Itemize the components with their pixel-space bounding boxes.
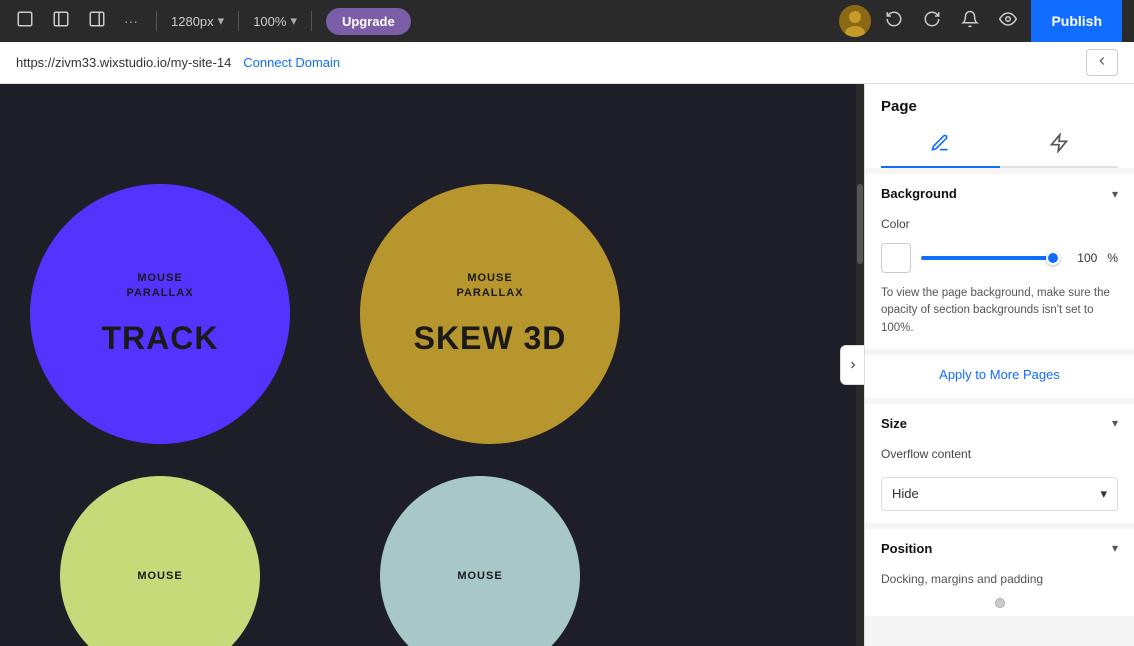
opacity-slider-thumb[interactable] — [1046, 251, 1060, 265]
publish-button[interactable]: Publish — [1031, 0, 1122, 42]
color-swatch[interactable] — [881, 243, 911, 273]
circle-green: MOUSE — [60, 476, 260, 646]
overflow-select[interactable]: Hide ▾ — [881, 477, 1118, 511]
window-close-icon[interactable] — [12, 6, 38, 37]
opacity-slider-track[interactable] — [921, 256, 1059, 260]
percent-sign: % — [1107, 251, 1118, 265]
lightning-tab-icon — [1049, 133, 1069, 158]
design-tab-icon — [930, 133, 950, 158]
resolution-value: 1280px — [171, 14, 214, 29]
overflow-select-chevron-icon: ▾ — [1100, 486, 1107, 502]
panel-tabs — [881, 125, 1118, 168]
notifications-button[interactable] — [955, 6, 985, 37]
toolbar-separator-3 — [311, 11, 312, 31]
position-section: Position ▾ Docking, margins and padding — [865, 529, 1134, 616]
tab-design[interactable] — [881, 125, 1000, 168]
position-chevron-icon: ▾ — [1112, 541, 1118, 555]
zoom-selector[interactable]: 100% ▾ — [253, 13, 297, 29]
canvas-scrollbar-thumb[interactable] — [857, 184, 863, 264]
overflow-dropdown-row: Hide ▾ — [865, 469, 1134, 523]
docking-label: Docking, margins and padding — [865, 568, 1134, 594]
overflow-select-value: Hide — [892, 486, 919, 501]
opacity-slider-fill — [921, 256, 1059, 260]
docking-dot[interactable] — [995, 598, 1005, 608]
circle-green-label: MOUSE — [137, 569, 182, 583]
background-section-header[interactable]: Background ▾ — [865, 174, 1134, 213]
upgrade-button[interactable]: Upgrade — [326, 8, 411, 35]
size-section: Size ▾ Overflow content Hide ▾ — [865, 404, 1134, 523]
panel-title: Page — [881, 98, 1118, 115]
circle-track-title: TRACK — [102, 320, 219, 357]
avatar[interactable] — [839, 5, 871, 37]
toolbar-separator-2 — [238, 11, 239, 31]
panel-toggle-icon[interactable] — [48, 6, 74, 37]
right-panel: Page — [864, 84, 1134, 646]
opacity-slider-container — [921, 256, 1059, 260]
main-area: MOUSEPARALLAX TRACK MOUSEPARALLAX SKEW 3… — [0, 84, 1134, 646]
circle-skew3d: MOUSEPARALLAX SKEW 3D — [360, 184, 620, 444]
toolbar-separator — [156, 11, 157, 31]
circle-teal: MOUSE — [380, 476, 580, 646]
circle-skew3d-label: MOUSEPARALLAX — [456, 271, 523, 300]
canvas[interactable]: MOUSEPARALLAX TRACK MOUSEPARALLAX SKEW 3… — [0, 84, 864, 646]
panel-header: Page — [865, 84, 1134, 168]
redo-button[interactable] — [917, 6, 947, 37]
toolbar: ··· 1280px ▾ 100% ▾ Upgrade — [0, 0, 1134, 42]
toolbar-right: Publish — [839, 0, 1122, 42]
resolution-selector[interactable]: 1280px ▾ — [171, 13, 224, 29]
size-section-header[interactable]: Size ▾ — [865, 404, 1134, 443]
opacity-value: 100 — [1069, 251, 1097, 265]
preview-button[interactable] — [993, 6, 1023, 37]
tab-lightning[interactable] — [1000, 125, 1119, 168]
circle-skew3d-title: SKEW 3D — [414, 320, 567, 357]
background-section-title: Background — [881, 186, 957, 201]
resolution-chevron-icon: ▾ — [218, 13, 225, 29]
undo-button[interactable] — [879, 6, 909, 37]
apply-to-more-pages-button[interactable]: Apply to More Pages — [865, 355, 1134, 398]
circle-track: MOUSEPARALLAX TRACK — [30, 184, 290, 444]
url-bar: https://zivm33.wixstudio.io/my-site-14 C… — [0, 42, 1134, 84]
collapse-panel-button[interactable] — [840, 345, 864, 385]
color-label: Color — [865, 213, 1134, 239]
collapse-url-bar-button[interactable] — [1086, 49, 1118, 76]
panel-right-icon[interactable] — [84, 6, 110, 37]
background-info-text: To view the page background, make sure t… — [865, 285, 1134, 349]
overflow-label: Overflow content — [865, 443, 1134, 469]
background-section: Background ▾ Color 100 % To view the pag… — [865, 174, 1134, 349]
position-section-title: Position — [881, 541, 932, 556]
background-chevron-icon: ▾ — [1112, 187, 1118, 201]
page-url: https://zivm33.wixstudio.io/my-site-14 — [16, 55, 231, 70]
toolbar-left: ··· 1280px ▾ 100% ▾ Upgrade — [12, 6, 829, 37]
color-row: 100 % — [865, 239, 1134, 285]
more-options-icon[interactable]: ··· — [120, 9, 142, 33]
circle-track-label: MOUSEPARALLAX — [126, 271, 193, 300]
circle-teal-label: MOUSE — [457, 569, 502, 583]
docking-control[interactable] — [865, 594, 1134, 616]
connect-domain-link[interactable]: Connect Domain — [243, 55, 340, 70]
zoom-value: 100% — [253, 14, 286, 29]
position-section-header[interactable]: Position ▾ — [865, 529, 1134, 568]
size-section-title: Size — [881, 416, 907, 431]
size-chevron-icon: ▾ — [1112, 416, 1118, 430]
zoom-chevron-icon: ▾ — [290, 13, 297, 29]
